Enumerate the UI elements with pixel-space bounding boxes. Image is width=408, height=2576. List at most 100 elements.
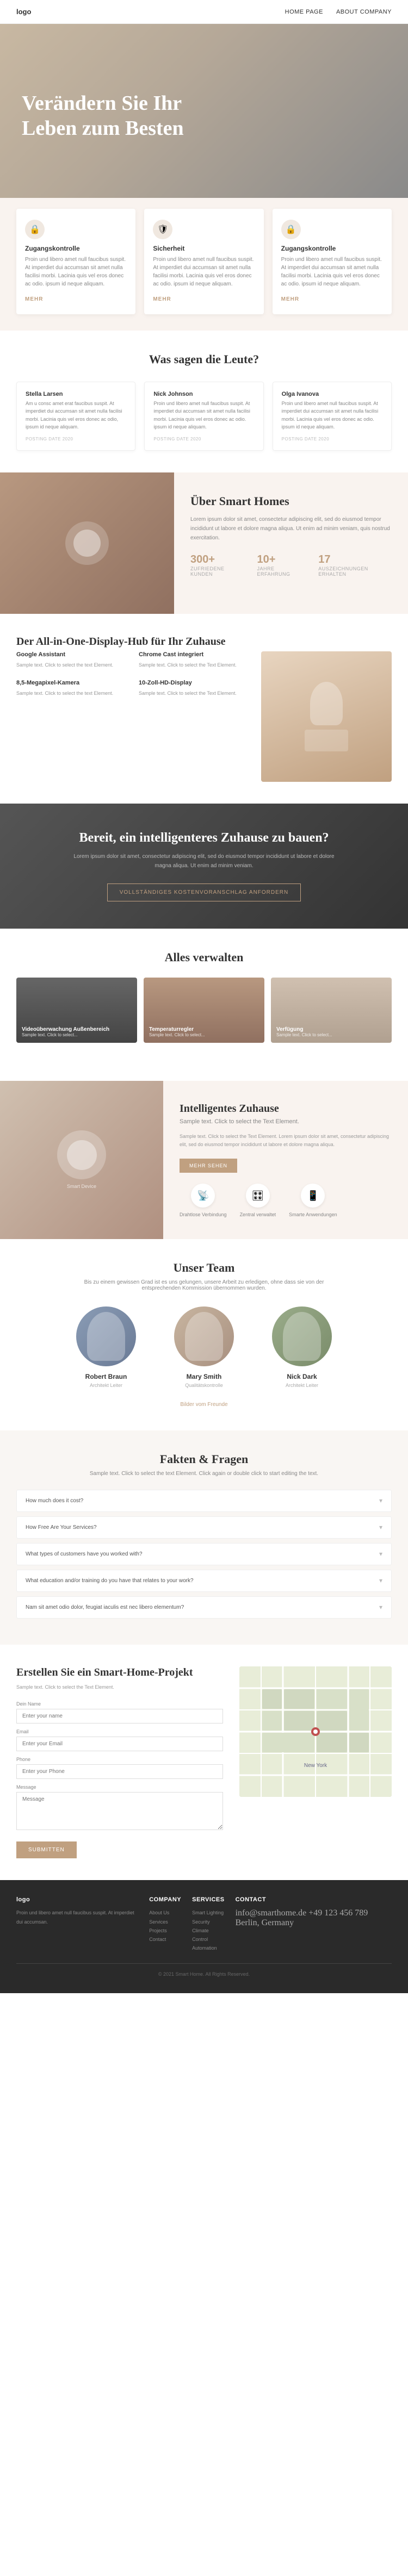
name-input[interactable] xyxy=(16,1709,223,1723)
stat-1: 10+ JAHRE ERFAHRUNG xyxy=(257,553,305,577)
footer-logo: logo xyxy=(16,1896,138,1903)
feat-0-label: Drahtlose Verbindung xyxy=(180,1212,227,1217)
avatar-nick xyxy=(272,1306,332,1366)
cta-banner: Bereit, ein intelligenteres Zuhause zu b… xyxy=(0,804,408,929)
cta-button[interactable]: VOLLSTÄNDIGES KOSTENVORANSCHLAG ANFORDER… xyxy=(107,883,301,901)
manage-2-sub: Sample text. Click to select... xyxy=(276,1032,332,1037)
team-member-2: Nick Dark Architekt Leiter xyxy=(258,1306,345,1388)
contact-title: Erstellen Sie ein Smart-Home-Projekt xyxy=(16,1666,223,1679)
faq-q3: What education and/or training do you ha… xyxy=(26,1578,194,1584)
lock-icon: 🔒 xyxy=(25,220,45,239)
mehr-link-0[interactable]: MEHR xyxy=(25,296,43,302)
t2-name: Olga Ivanova xyxy=(282,391,382,397)
team-member-1: Mary Smith Qualitätskontrolle xyxy=(160,1306,248,1388)
contact-section: Erstellen Sie ein Smart-Home-Projekt Sam… xyxy=(0,1645,408,1880)
member-2-name: Nick Dark xyxy=(258,1373,345,1380)
hero-cards: 🔒 Zugangskontrolle Proin und libero amet… xyxy=(0,198,408,331)
manage-card-2: Verfügung Sample text. Click to select..… xyxy=(271,978,392,1043)
footer-copyright: © 2021 Smart Home. All Rights Reserved. xyxy=(16,1963,392,1977)
stats-row: 300+ ZUFRIEDENE KUNDEN 10+ JAHRE ERFAHRU… xyxy=(190,553,392,577)
allinone-right-image xyxy=(261,651,392,782)
faq-q2: What types of customers have you worked … xyxy=(26,1551,143,1557)
faq-q1: How Free Are Your Services? xyxy=(26,1525,97,1530)
smart-text: Lorem ipsum dolor sit amet, consectetur … xyxy=(190,515,392,543)
team-grid: Robert Braun Architekt Leiter Mary Smith… xyxy=(16,1306,392,1388)
footer-link-projects[interactable]: Projects xyxy=(149,1926,181,1935)
hero-card-0-text: Proin und libero amet null faucibus susp… xyxy=(25,256,127,288)
allinone-section: Der All-in-One-Display-Hub für Ihr Zuhau… xyxy=(0,614,408,804)
stat-2-label: AUSZEICHNUNGEN ERHALTEN xyxy=(318,566,392,577)
footer-company-title: COMPANY xyxy=(149,1896,181,1903)
manage-0-sub: Sample text. Click to select... xyxy=(22,1032,109,1037)
manage-card-0: Videoüberwachung Außenbereich Sample tex… xyxy=(16,978,137,1043)
intelligent-text: Sample text. Click to select the Text El… xyxy=(180,1133,392,1149)
intelligent-section: Smart Device Intelligentes Zuhause Sampl… xyxy=(0,1081,408,1240)
footer-contact-title: CONTACT xyxy=(236,1896,392,1903)
smart-title: Über Smart Homes xyxy=(190,494,392,508)
faq-title: Fakten & Fragen xyxy=(16,1452,392,1466)
footer-link-about[interactable]: About Us xyxy=(149,1908,181,1917)
feature-2-title: 8,5-Megapixel-Kamera xyxy=(16,680,128,686)
message-input[interactable] xyxy=(16,1792,223,1830)
intelligent-mehr-button[interactable]: MEHR SEHEN xyxy=(180,1159,237,1173)
t1-name: Nick Johnson xyxy=(153,391,254,397)
faq-item-0[interactable]: How much does it cost? ▾ xyxy=(16,1490,392,1512)
feature-0: Google Assistant Sample text. Click to s… xyxy=(16,651,128,669)
smart-content: Über Smart Homes Lorem ipsum dolor sit a… xyxy=(174,472,408,614)
testimonial-2: Olga Ivanova Proin und libero amet null … xyxy=(273,382,392,451)
footer-svc-3[interactable]: Automation xyxy=(192,1944,224,1952)
footer-email: info@smarthome.de xyxy=(236,1908,307,1918)
mehr-link-1[interactable]: MEHR xyxy=(153,296,171,302)
submit-button[interactable]: Submitten xyxy=(16,1841,77,1858)
footer-svc-2[interactable]: Climate Control xyxy=(192,1926,224,1944)
intelligent-features: 📡 Drahtlose Verbindung 🎛 Zentral verwalt… xyxy=(180,1184,392,1217)
testimonials-section: Was sagen die Leute? Stella Larsen Am u … xyxy=(0,331,408,472)
t0-text: Am u consc amet erat faucibus suspit. At… xyxy=(26,400,126,431)
feat-2-label: Smarte Anwendungen xyxy=(289,1212,337,1217)
smart-section: Über Smart Homes Lorem ipsum dolor sit a… xyxy=(0,472,408,614)
faq-item-3[interactable]: What education and/or training do you ha… xyxy=(16,1570,392,1592)
stat-0: 300+ ZUFRIEDENE KUNDEN xyxy=(190,553,244,577)
feature-1-text: Sample text. Click to select the Text El… xyxy=(139,661,250,669)
team-member-0: Robert Braun Architekt Leiter xyxy=(63,1306,150,1388)
logo: logo xyxy=(16,8,31,16)
faq-item-4[interactable]: Nam sit amet odio dolor, feugiat iaculis… xyxy=(16,1596,392,1619)
feature-2: 8,5-Megapixel-Kamera Sample text. Click … xyxy=(16,680,128,697)
footer-svc-1[interactable]: Security xyxy=(192,1918,224,1926)
footer-address: Berlin, Germany xyxy=(236,1918,294,1927)
phone-label: Phone xyxy=(16,1757,223,1762)
hero-card-1: 🛡 Sicherheit Proin und libero amet null … xyxy=(144,209,263,314)
stat-2-num: 17 xyxy=(318,553,392,566)
email-input[interactable] xyxy=(16,1737,223,1751)
cta-text: Lorem ipsum dolor sit amet, consectetur … xyxy=(68,852,340,870)
faq-item-1[interactable]: How Free Are Your Services? ▾ xyxy=(16,1516,392,1539)
faq-q0: How much does it cost? xyxy=(26,1498,83,1504)
nav-home[interactable]: HOME PAGE xyxy=(285,9,323,15)
footer-desc: Proin und libero amet null faucibus susp… xyxy=(16,1908,138,1926)
manage-cards: Videoüberwachung Außenbereich Sample tex… xyxy=(16,978,392,1043)
feature-3: 10-Zoll-HD-Display Sample text. Click to… xyxy=(139,680,250,697)
feature-0-text: Sample text. Click to select the text El… xyxy=(16,661,128,669)
team-more-link[interactable]: Bilder vom Freunde xyxy=(180,1402,227,1408)
member-0-name: Robert Braun xyxy=(63,1373,150,1380)
t0-date: POSTING DATE 2020 xyxy=(26,437,126,441)
intelligent-content: Intelligentes Zuhause Sample text. Click… xyxy=(163,1081,408,1240)
feature-0-title: Google Assistant xyxy=(16,651,128,658)
phone-input[interactable] xyxy=(16,1764,223,1779)
feature-1: Chrome Cast integriert Sample text. Clic… xyxy=(139,651,250,669)
intelligent-sub: Sample text. Click to select the Text El… xyxy=(180,1118,392,1125)
testimonials-title: Was sagen die Leute? xyxy=(16,352,392,366)
footer-svc-0[interactable]: Smart Lighting xyxy=(192,1908,224,1917)
chevron-down-icon-1: ▾ xyxy=(379,1523,382,1532)
footer-link-services[interactable]: Services xyxy=(149,1918,181,1926)
nav-about[interactable]: ABOUT COMPANY xyxy=(336,9,392,15)
hero-card-0-title: Zugangskontrolle xyxy=(25,245,127,252)
faq-item-2[interactable]: What types of customers have you worked … xyxy=(16,1543,392,1565)
mehr-link-2[interactable]: MEHR xyxy=(281,296,299,302)
feature-3-text: Sample text. Click to select the Text El… xyxy=(139,689,250,697)
manage-1-label: Temperaturregler xyxy=(149,1026,205,1032)
contact-form-area: Erstellen Sie ein Smart-Home-Projekt Sam… xyxy=(16,1666,223,1858)
name-label: Dein Name xyxy=(16,1701,223,1707)
feat-1-label: Zentral verwaltet xyxy=(240,1212,276,1217)
footer-link-contact[interactable]: Contact xyxy=(149,1935,181,1944)
